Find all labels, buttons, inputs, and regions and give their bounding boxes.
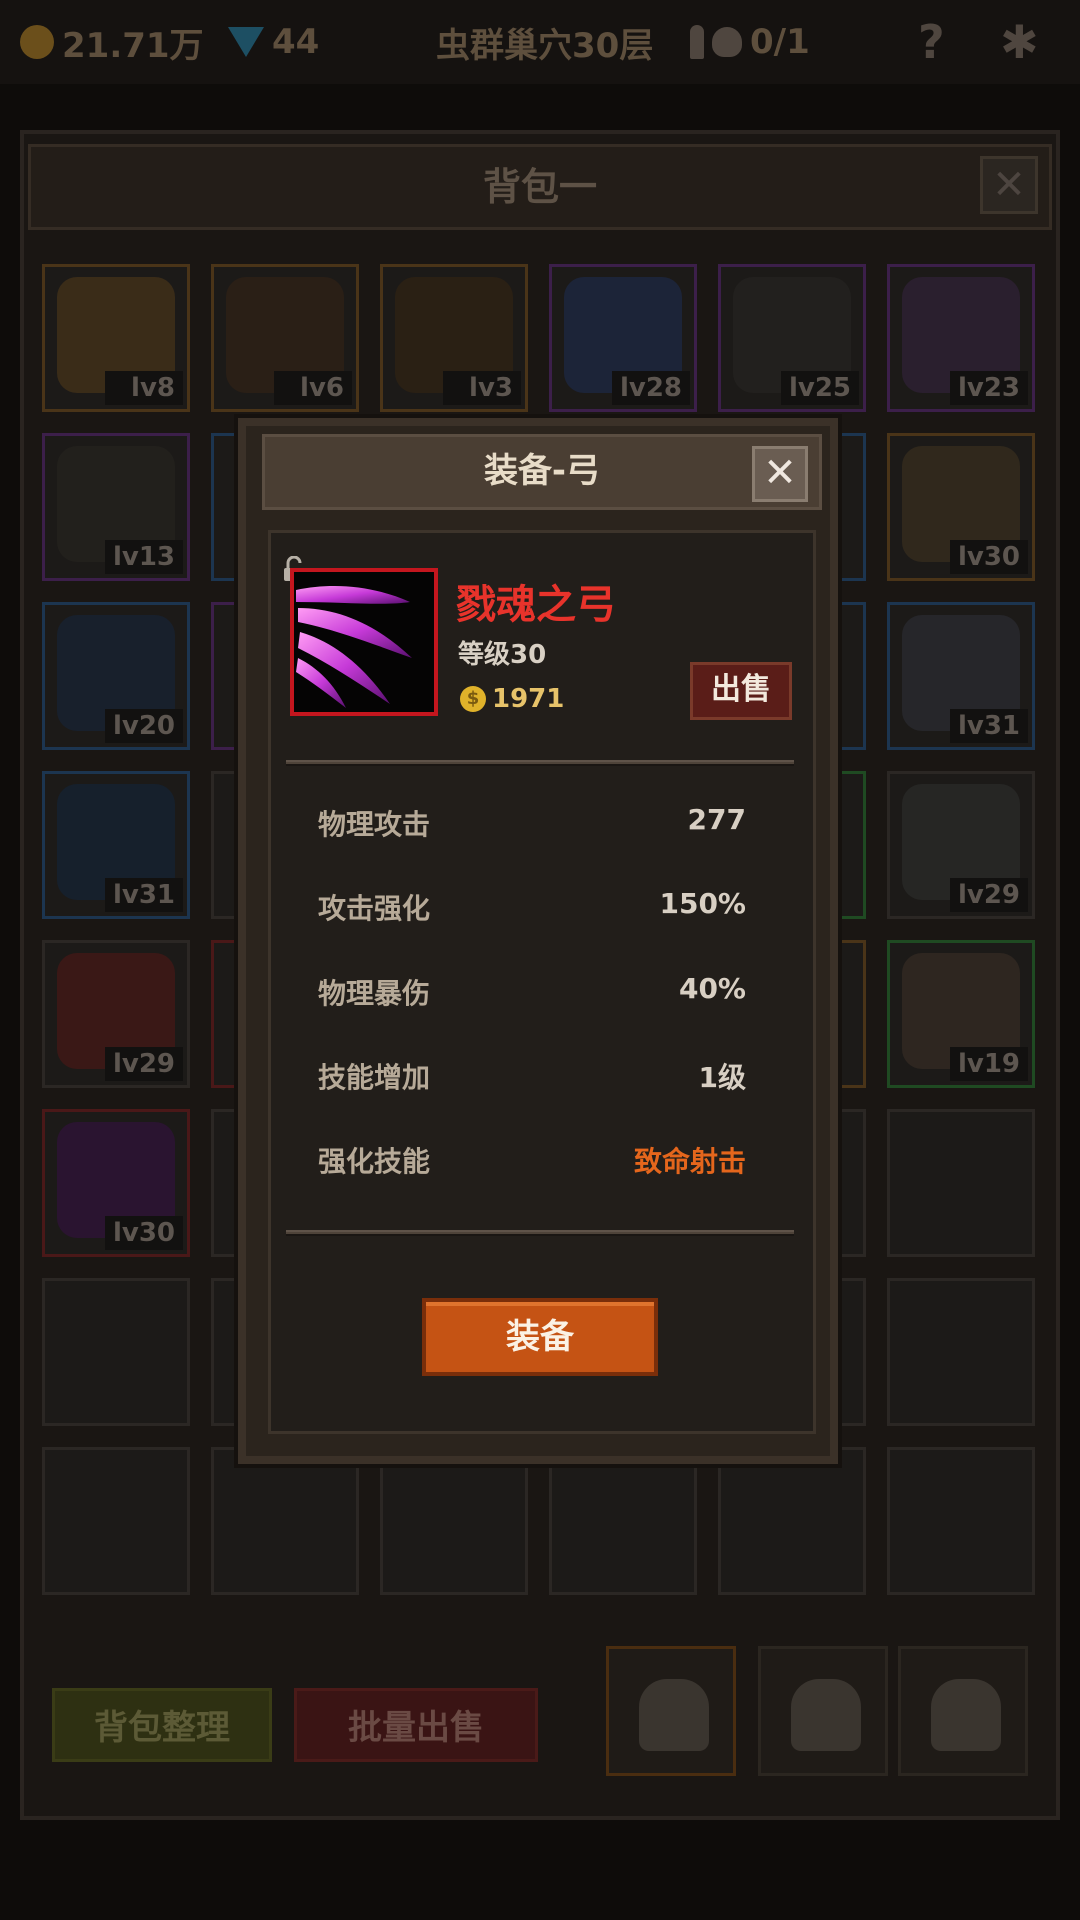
slot-level: lv29: [950, 878, 1028, 912]
gold-coin-icon: $: [460, 686, 486, 712]
slot-level: lv23: [950, 371, 1028, 405]
bag-tab-2[interactable]: [758, 1646, 888, 1776]
slot-level: lv30: [105, 1216, 183, 1250]
settings-button[interactable]: ✱: [1000, 14, 1039, 70]
inventory-slot-empty[interactable]: [211, 1447, 359, 1595]
claw-bow-icon: [296, 586, 412, 708]
inventory-slot-mace[interactable]: lv20: [42, 602, 190, 750]
inventory-slot-empty[interactable]: [887, 1278, 1035, 1426]
slot-level: lv13: [105, 540, 183, 574]
location-label: 虫群巢穴30层: [436, 25, 654, 66]
backpack-icon: [791, 1679, 861, 1751]
inventory-slot-empty[interactable]: [887, 1447, 1035, 1595]
inventory-slot-bow[interactable]: lv3: [380, 264, 528, 412]
inventory-slot-shield[interactable]: lv19: [887, 940, 1035, 1088]
gem-counter: 44: [228, 14, 319, 70]
backpack-icon: [931, 1679, 1001, 1751]
dungeon-key-counter: 0/1: [690, 14, 810, 70]
skull-count: 0/1: [750, 22, 810, 62]
item-name: 戮魂之弓: [456, 582, 616, 628]
stat-value: 150%: [659, 887, 746, 920]
inventory-slot-empty[interactable]: [718, 1447, 866, 1595]
gold-coin-icon: [20, 25, 54, 59]
bag-tab-3[interactable]: [898, 1646, 1028, 1776]
inventory-slot-spear[interactable]: lv25: [718, 264, 866, 412]
inventory-slot-soul-bow[interactable]: lv30: [42, 1109, 190, 1257]
close-icon: ✕: [763, 450, 797, 496]
inventory-slot-empty[interactable]: [380, 1447, 528, 1595]
inventory-slot-boots[interactable]: lv28: [549, 264, 697, 412]
gear-icon: ✱: [1000, 15, 1039, 69]
bag-tab-1[interactable]: [606, 1646, 736, 1776]
stat-value: 1级: [698, 1061, 746, 1094]
inventory-slot-armor[interactable]: lv31: [42, 771, 190, 919]
stat-label: 攻击强化: [318, 892, 431, 925]
inventory-slot-empty[interactable]: [887, 1109, 1035, 1257]
sell-price: 1971: [492, 684, 565, 714]
equip-button[interactable]: 装备: [422, 1298, 658, 1376]
inventory-slot-helmet[interactable]: lv29: [887, 771, 1035, 919]
slot-level: lv25: [781, 371, 859, 405]
inventory-slot-empty[interactable]: [549, 1447, 697, 1595]
gem-icon: [228, 27, 264, 57]
sort-backpack-button[interactable]: 背包整理: [52, 1688, 272, 1762]
stat-label: 物理攻击: [318, 808, 431, 841]
close-icon: ✕: [992, 162, 1026, 208]
gem-amount: 44: [272, 22, 320, 62]
gold-counter: 21.71万: [20, 14, 204, 70]
slot-level: lv31: [950, 709, 1028, 743]
divider: [286, 760, 794, 766]
stat-label: 物理暴伤: [318, 977, 431, 1010]
inventory-slot-empty[interactable]: [42, 1447, 190, 1595]
slot-level: lv19: [950, 1047, 1028, 1081]
slot-level: lv29: [105, 1047, 183, 1081]
dialog-title: 装备-弓: [262, 434, 822, 510]
inventory-slot-empty[interactable]: [42, 1278, 190, 1426]
slot-level: lv20: [105, 709, 183, 743]
divider: [286, 1230, 794, 1236]
skull-icon: [712, 27, 742, 57]
slot-level: lv6: [274, 371, 352, 405]
slot-level: lv31: [105, 878, 183, 912]
top-status-bar: 21.71万 44 虫群巢穴30层 0/1 ? ✱: [0, 0, 1080, 84]
inventory-slot-robe[interactable]: lv29: [42, 940, 190, 1088]
stat-value: 40%: [678, 972, 746, 1005]
slot-level: lv3: [443, 371, 521, 405]
stat-value: 277: [687, 803, 746, 836]
enhanced-skill-value: 致命射击: [633, 1145, 746, 1178]
inventory-slot-tunic[interactable]: lv8: [42, 264, 190, 412]
inventory-slot-telescope[interactable]: lv13: [42, 433, 190, 581]
help-icon: ?: [918, 15, 945, 69]
backpack-icon: [639, 1679, 709, 1751]
backpack-title: 背包一: [28, 144, 1052, 230]
inventory-slot-bracer[interactable]: lv6: [211, 264, 359, 412]
stat-label: 技能增加: [318, 1061, 431, 1094]
help-button[interactable]: ?: [918, 14, 945, 70]
inventory-slot-longbow[interactable]: lv23: [887, 264, 1035, 412]
gold-amount: 21.71万: [62, 25, 204, 66]
bulk-sell-button[interactable]: 批量出售: [294, 1688, 538, 1762]
slot-level: lv28: [612, 371, 690, 405]
backpack-close-button[interactable]: ✕: [980, 156, 1038, 214]
key-icon: [690, 25, 704, 59]
stat-label: 强化技能: [318, 1145, 431, 1178]
dialog-close-button[interactable]: ✕: [752, 446, 808, 502]
inventory-slot-club[interactable]: lv30: [887, 433, 1035, 581]
sell-button[interactable]: 出售: [690, 662, 792, 720]
item-level: 等级30: [458, 640, 547, 670]
item-portrait: [290, 568, 438, 716]
slot-level: lv30: [950, 540, 1028, 574]
inventory-slot-gun[interactable]: lv31: [887, 602, 1035, 750]
slot-level: lv8: [105, 371, 183, 405]
